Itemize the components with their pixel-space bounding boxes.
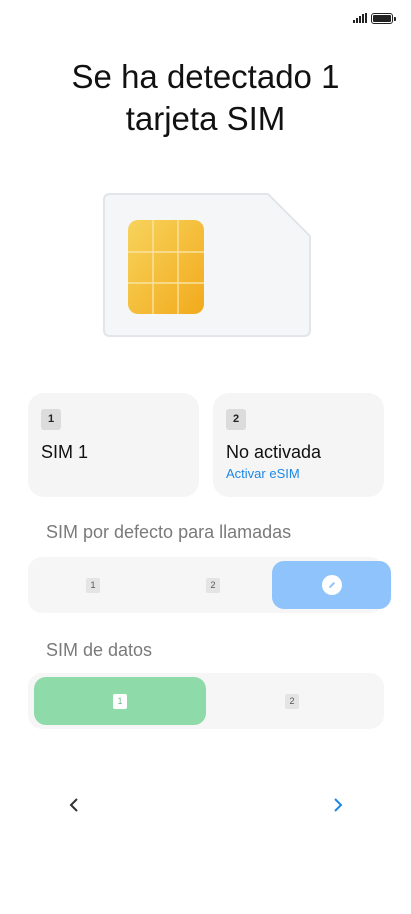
chevron-right-icon [334, 798, 343, 812]
battery-full-icon [371, 12, 396, 24]
activate-esim-link[interactable]: Activar eSIM [226, 466, 300, 481]
sim-slot-badge: 1 [41, 409, 61, 430]
title-line-2: tarjeta SIM [125, 100, 286, 137]
sim-slot-badge: 2 [226, 409, 246, 430]
calls-option-sim-2[interactable]: 2 [153, 561, 273, 609]
data-section-label: SIM de datos [46, 640, 153, 660]
sim-2-badge: 2 [206, 577, 220, 593]
chevron-left-icon [69, 798, 78, 812]
data-option-sim-2[interactable]: 2 [206, 677, 378, 725]
edit-icon [321, 575, 342, 595]
sim-name: No activada [226, 442, 322, 462]
sim-name: SIM 1 [41, 442, 89, 462]
back-button[interactable] [62, 793, 86, 817]
calls-option-sim-1[interactable]: 1 [28, 561, 158, 609]
status-bar [353, 10, 396, 26]
next-button[interactable] [326, 793, 350, 817]
sim-slot-2-card[interactable]: 2 No activada Activar eSIM [213, 393, 384, 497]
sim-2-badge: 2 [285, 693, 299, 709]
calls-option-ask-every-time[interactable] [272, 561, 391, 609]
sim-slot-1-card[interactable]: 1 SIM 1 [28, 393, 199, 497]
data-option-sim-1[interactable]: 1 [34, 677, 206, 725]
sim-1-badge: 1 [86, 577, 100, 593]
sim-card-illustration [103, 193, 311, 337]
signal-bars-icon [353, 13, 367, 23]
sim-1-badge: 1 [113, 693, 127, 709]
data-sim-selector: 1 2 [28, 673, 384, 729]
title-line-1: Se ha detectado 1 [71, 58, 340, 95]
default-calls-sim-selector: 1 2 [28, 557, 391, 613]
calls-section-label: SIM por defecto para llamadas [46, 522, 292, 542]
page-title: Se ha detectado 1 tarjeta SIM [0, 56, 411, 140]
